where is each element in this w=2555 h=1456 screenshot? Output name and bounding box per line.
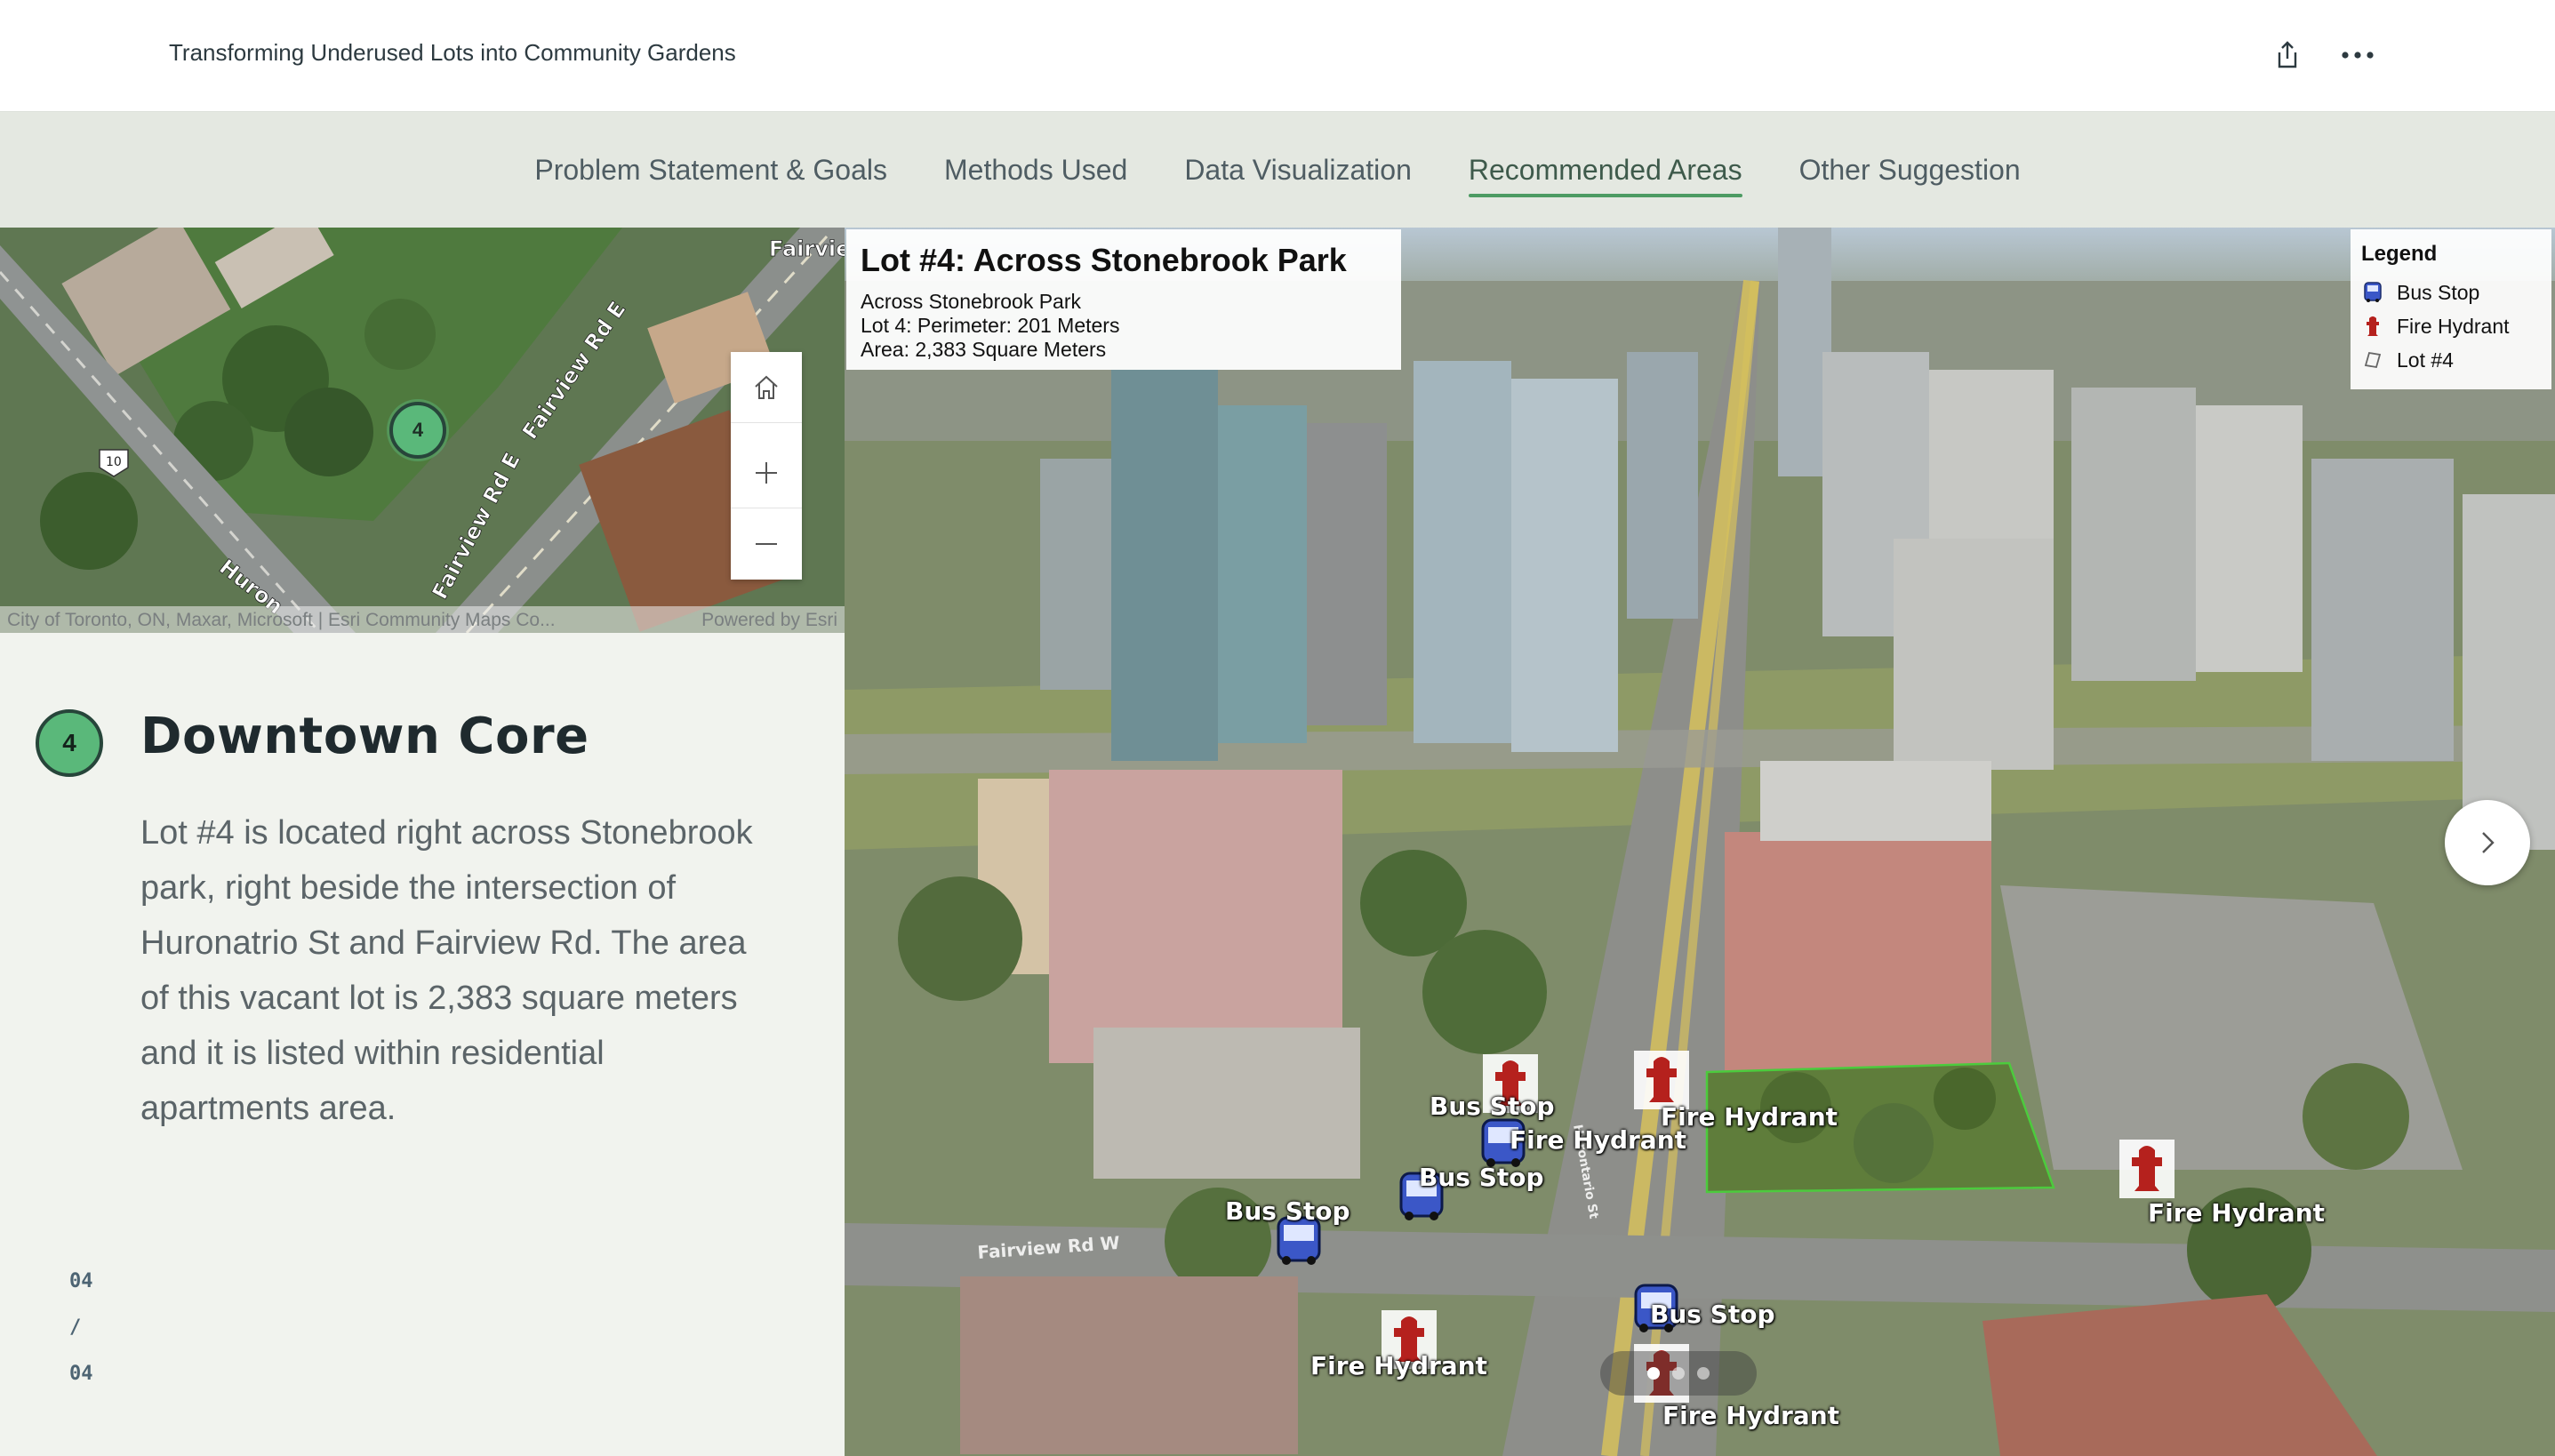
minus-icon[interactable] (731, 508, 802, 580)
legend-label: Bus Stop (2397, 280, 2480, 304)
lot-info-line: Lot 4: Perimeter: 201 Meters (861, 314, 1120, 337)
svg-text:10: 10 (106, 455, 122, 469)
lot-info-box: Lot #4: Across Stonebrook Park Across St… (846, 229, 1401, 370)
tab-problem-statement[interactable]: Problem Statement & Goals (534, 143, 887, 197)
section-nav: Problem Statement & Goals Methods Used D… (0, 112, 2555, 228)
attribution-text: City of Toronto, ON, Maxar, Microsoft | … (7, 610, 556, 630)
slide-pager: 04 / 04 (69, 1259, 123, 1397)
hydrant-icon (2361, 315, 2384, 338)
next-slide-button[interactable] (2445, 800, 2530, 885)
powered-by-esri[interactable]: Powered by Esri (701, 610, 837, 630)
legend-item-fire-hydrant: Fire Hydrant (2361, 309, 2541, 343)
tab-data-visualization[interactable]: Data Visualization (1184, 143, 1412, 197)
bus-stop-label: Bus Stop (1225, 1196, 1350, 1226)
more-horizontal-icon[interactable] (2340, 39, 2375, 71)
home-icon[interactable] (731, 352, 802, 423)
tab-methods-used[interactable]: Methods Used (944, 143, 1127, 197)
app-header: Transforming Underused Lots into Communi… (0, 0, 2555, 112)
map-attribution: City of Toronto, ON, Maxar, Microsoft | … (0, 606, 845, 633)
chevron-right-icon (2482, 832, 2495, 853)
carousel-dot[interactable] (1647, 1367, 1660, 1380)
3d-scene-view[interactable]: Fairview Rd W Hurontario St Lot #4: Acro… (845, 228, 2555, 1456)
svg-text:Fairview: Fairview (769, 236, 845, 261)
legend-label: Lot #4 (2397, 348, 2454, 372)
carousel-dot[interactable] (1697, 1367, 1710, 1380)
section-number-badge: 4 (36, 709, 103, 777)
map-controls (731, 352, 802, 580)
lot-info-title: Lot #4: Across Stonebrook Park (861, 242, 1347, 278)
lot-info-line: Area: 2,383 Square Meters (861, 338, 1107, 361)
hydrant-icon[interactable] (1634, 1051, 1689, 1109)
locator-map[interactable]: Fairview Fairview Rd E Fairview Rd E Hur… (0, 228, 845, 633)
section-title: Downtown Core (140, 708, 589, 765)
bus-stop-label: Bus Stop (1419, 1163, 1544, 1192)
bus-icon (2361, 281, 2384, 304)
aerial-city-imagery: Fairview Rd W Hurontario St (845, 228, 2555, 1456)
bus-stop-label: Bus Stop (1650, 1300, 1775, 1329)
lot-info-line: Across Stonebrook Park (861, 290, 1082, 313)
legend-item-lot: Lot #4 (2361, 343, 2541, 377)
tab-recommended-areas[interactable]: Recommended Areas (1468, 143, 1742, 197)
tab-other-suggestion[interactable]: Other Suggestion (1799, 143, 2021, 197)
pager-current: 04 (69, 1270, 93, 1292)
share-icon[interactable] (2272, 39, 2303, 71)
lot-outline-icon (2361, 348, 2384, 372)
carousel-dot[interactable] (1672, 1367, 1685, 1380)
legend-title: Legend (2361, 242, 2438, 266)
pager-total: 04 (69, 1363, 93, 1385)
plus-icon[interactable] (731, 437, 802, 508)
fire-hydrant-label: Fire Hydrant (2148, 1198, 2326, 1228)
carousel-indicator (1600, 1351, 1757, 1396)
section-body: Lot #4 is located right across Stonebroo… (140, 814, 753, 1127)
story-title: Transforming Underused Lots into Communi… (169, 39, 736, 66)
fire-hydrant-label: Fire Hydrant (1662, 1401, 1840, 1430)
lot-4-map-marker[interactable]: 4 (389, 402, 446, 459)
fire-hydrant-label: Fire Hydrant (1310, 1351, 1488, 1380)
fire-hydrant-label: Fire Hydrant (1661, 1102, 1838, 1132)
legend-item-bus-stop: Bus Stop (2361, 276, 2541, 309)
hydrant-icon[interactable] (2119, 1140, 2175, 1198)
bus-stop-label: Bus Stop (1430, 1092, 1555, 1121)
map-legend: Legend Bus Stop Fire Hydrant Lot #4 (2351, 229, 2551, 389)
pager-separator: / (69, 1316, 82, 1339)
legend-label: Fire Hydrant (2397, 314, 2510, 338)
narrative-panel: Fairview Fairview Rd E Fairview Rd E Hur… (0, 228, 845, 1456)
